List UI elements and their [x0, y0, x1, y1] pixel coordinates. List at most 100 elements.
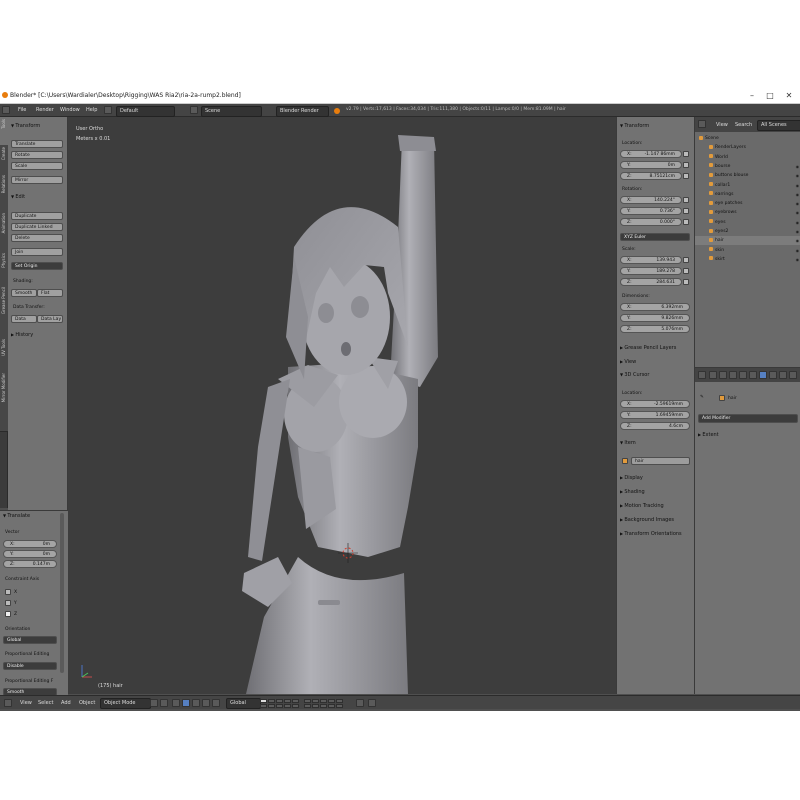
layer-toggle[interactable]	[320, 703, 327, 708]
layer-toggle[interactable]	[260, 703, 267, 708]
vector-y-field[interactable]: Y: 0m	[3, 550, 57, 558]
tab-physics[interactable]: Physics	[0, 251, 8, 286]
shade-flat-button[interactable]: Flat	[37, 289, 63, 297]
translate-button[interactable]: Translate	[11, 140, 63, 148]
orientation-dropdown[interactable]: Global	[3, 636, 57, 644]
constraint-y-checkbox[interactable]	[5, 600, 11, 606]
history-panel-header[interactable]: History	[11, 332, 33, 338]
properties-editor-icon[interactable]	[698, 371, 706, 379]
transform-orientation-selector[interactable]: Global	[226, 698, 261, 709]
footer-menu-select[interactable]: Select	[38, 700, 53, 706]
shade-smooth-button[interactable]: Smooth	[11, 289, 37, 297]
footer-menu-object[interactable]: Object	[79, 700, 95, 706]
n-transform-header[interactable]: Transform	[620, 123, 649, 129]
lock-layers-icon[interactable]	[356, 699, 364, 707]
layer-toggle[interactable]	[268, 703, 275, 708]
layer-toggle[interactable]	[260, 699, 267, 703]
rotation-mode-dropdown[interactable]: XYZ Euler	[620, 233, 690, 241]
visibility-toggle-icon[interactable]: ◉◆▣	[796, 218, 800, 227]
texture-tab-icon[interactable]	[789, 371, 797, 379]
tab-relations[interactable]: Relations	[0, 173, 8, 212]
tab-uv-tools[interactable]: UV Tools	[0, 337, 8, 372]
translate-manipulator-icon[interactable]	[182, 699, 190, 707]
duplicate-linked-button[interactable]: Duplicate Linked	[11, 223, 63, 231]
snap-icon[interactable]	[368, 699, 376, 707]
lock-scale-z-icon[interactable]	[683, 279, 689, 285]
background-images-header[interactable]: Background Images	[620, 517, 674, 523]
object-tab-icon[interactable]	[749, 371, 757, 379]
location-z-field[interactable]: Z: 8.75121cm	[620, 172, 682, 180]
duplicate-button[interactable]: Duplicate	[11, 212, 63, 220]
layer-toggle[interactable]	[304, 699, 311, 703]
menu-window[interactable]: Window	[60, 107, 80, 113]
transform-orientation-icon[interactable]	[212, 699, 220, 707]
item-name-field[interactable]: hair	[631, 457, 690, 465]
motion-tracking-header[interactable]: Motion Tracking	[620, 503, 663, 509]
visibility-toggle-icon[interactable]: ◉◆▣	[796, 227, 800, 236]
pivot-point-icon[interactable]	[160, 699, 168, 707]
location-x-field[interactable]: X: -1.147 86mm	[620, 150, 682, 158]
outliner-row[interactable]: Scene	[695, 134, 800, 143]
cursor-y-field[interactable]: Y: 1.69459mm	[620, 411, 690, 419]
visibility-toggle-icon[interactable]: ◉◆▣	[796, 181, 800, 190]
layer-toggle[interactable]	[336, 699, 343, 703]
visibility-toggle-icon[interactable]: ◉◆▣	[796, 162, 800, 171]
outliner-editor-icon[interactable]	[698, 120, 706, 128]
outliner-row[interactable]: eyes2 ◉◆▣	[695, 227, 800, 236]
operator-scrollbar[interactable]	[60, 513, 64, 673]
close-button[interactable]: ✕	[781, 90, 797, 102]
outliner-row[interactable]: hair ◉◆▣	[695, 236, 800, 246]
rotation-z-field[interactable]: Z: 0.000°	[620, 218, 682, 226]
layer-toggle[interactable]	[292, 703, 299, 708]
footer-menu-add[interactable]: Add	[61, 700, 71, 706]
layout-selector[interactable]: Default	[116, 106, 175, 117]
viewport-shading-icon[interactable]	[150, 699, 158, 707]
tab-grease-pencil[interactable]: Grease Pencil	[0, 285, 8, 338]
lock-location-z-icon[interactable]	[683, 173, 689, 179]
layer-toggle[interactable]	[312, 703, 319, 708]
data-transfer-button[interactable]: Data	[11, 315, 37, 323]
vector-x-field[interactable]: X: 0m	[3, 540, 57, 548]
cursor-z-field[interactable]: Z: 4.6cm	[620, 422, 690, 430]
outliner-row[interactable]: eyebrows ◉◆▣	[695, 208, 800, 217]
add-modifier-dropdown[interactable]: Add Modifier	[698, 414, 798, 423]
lock-rotation-x-icon[interactable]	[683, 197, 689, 203]
footer-menu-view[interactable]: View	[20, 700, 32, 706]
mode-selector[interactable]: Object Mode	[100, 698, 151, 709]
3d-viewport[interactable]: User Ortho Meters x 0.01 (175) hair	[68, 117, 616, 694]
delete-button[interactable]: Delete	[11, 234, 63, 242]
outliner-row[interactable]: skin ◉◆▣	[695, 246, 800, 255]
menu-help[interactable]: Help	[86, 107, 97, 113]
layer-toggle[interactable]	[276, 703, 283, 708]
scale-y-field[interactable]: Y: 189.278	[620, 267, 682, 275]
layer-toggle[interactable]	[304, 703, 311, 708]
layer-toggle[interactable]	[336, 703, 343, 708]
item-panel-header[interactable]: Item	[620, 440, 635, 446]
menu-file[interactable]: File	[18, 107, 26, 113]
material-tab-icon[interactable]	[779, 371, 787, 379]
scene-selector[interactable]: Scene	[201, 106, 262, 117]
outliner-menu-view[interactable]: View	[716, 122, 728, 128]
tab-animation[interactable]: Animation	[0, 211, 8, 252]
editor-type-icon[interactable]	[2, 106, 10, 114]
manipulator-toggle-icon[interactable]	[172, 699, 180, 707]
render-engine-selector[interactable]: Blender Render	[276, 106, 329, 117]
outliner-menu-search[interactable]: Search	[735, 122, 752, 128]
menu-render[interactable]: Render	[36, 107, 54, 113]
modifiers-tab-icon[interactable]	[759, 371, 767, 379]
transform-panel-header[interactable]: Transform	[11, 123, 40, 129]
transform-orientations-header[interactable]: Transform Orientations	[620, 531, 681, 537]
rotation-x-field[interactable]: X: 140.224°	[620, 196, 682, 204]
view-panel-header[interactable]: View	[620, 359, 636, 365]
edit-panel-header[interactable]: Edit	[11, 194, 25, 200]
vector-z-field[interactable]: Z: 0.147m	[3, 560, 57, 568]
outliner-row[interactable]: collar1 ◉◆▣	[695, 181, 800, 190]
lock-scale-y-icon[interactable]	[683, 268, 689, 274]
layer-toggle[interactable]	[292, 699, 299, 703]
extent-panel-header[interactable]: Extent	[698, 432, 718, 438]
scale-button[interactable]: Scale	[11, 162, 63, 170]
data-layout-button[interactable]: Data Lay	[37, 315, 63, 323]
scale-z-field[interactable]: Z: 284.631	[620, 278, 682, 286]
constraint-x-checkbox[interactable]	[5, 589, 11, 595]
outliner-row[interactable]: eye patches ◉◆▣	[695, 199, 800, 208]
